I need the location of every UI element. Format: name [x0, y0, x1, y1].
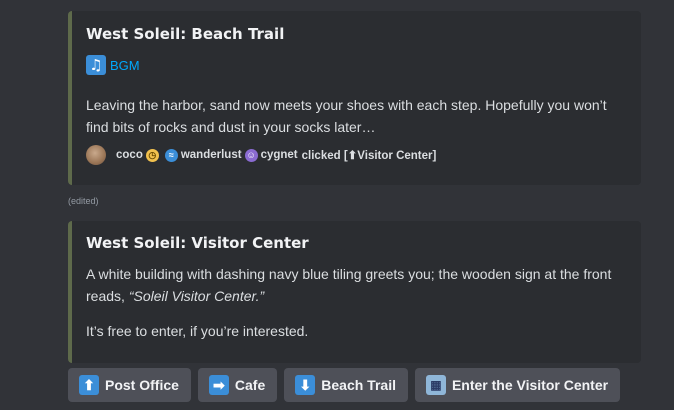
bgm-link[interactable]: ♫ BGM [86, 55, 140, 75]
building-icon: ▦ [425, 375, 446, 395]
clock-emoji-icon: ◷ [145, 148, 159, 162]
embed-title: West Soleil: Visitor Center [86, 234, 309, 252]
clicked-users-line: coco ◷ ≈ wanderlust ☺ cygnet clicked [⬆V… [86, 145, 436, 165]
button-label: Enter the Visitor Center [451, 377, 609, 393]
embed-title: West Soleil: Beach Trail [86, 25, 285, 43]
music-note-icon: ♫ [86, 55, 106, 75]
embed-description: Leaving the harbor, sand now meets your … [86, 97, 607, 135]
button-label: Post Office [105, 377, 179, 393]
wave-emoji-icon: ≈ [164, 148, 178, 162]
embed-beach-trail: West Soleil: Beach Trail ♫ BGM Leaving t… [68, 11, 641, 185]
button-label: Cafe [234, 377, 266, 393]
sign-quote: “Soleil Visitor Center.” [128, 288, 265, 304]
bgm-label[interactable]: BGM [110, 58, 140, 73]
arrow-down-icon: ⬇ [295, 375, 316, 395]
user-coco: coco [116, 149, 143, 161]
avatar [86, 145, 106, 165]
embed-visitor-center: West Soleil: Visitor Center A white buil… [68, 221, 641, 363]
embed-description-2: It’s free to enter, if you’re interested… [86, 323, 309, 339]
beach-trail-button[interactable]: ⬇ Beach Trail [284, 368, 408, 402]
post-office-button[interactable]: ⬆ Post Office [68, 368, 191, 402]
enter-visitor-center-button[interactable]: ▦ Enter the Visitor Center [414, 368, 621, 402]
button-label: Beach Trail [321, 377, 396, 393]
cafe-button[interactable]: ➡ Cafe [197, 368, 278, 402]
action-button-row: ⬆ Post Office ➡ Cafe ⬇ Beach Trail ▦ Ent… [68, 368, 621, 402]
clicked-action-text: clicked [⬆Visitor Center] [301, 150, 437, 162]
edited-label: (edited) [68, 196, 99, 206]
embed-description: A white building with dashing navy blue … [86, 263, 631, 307]
arrow-up-icon: ⬆ [79, 375, 99, 395]
user-wanderlust: wanderlust [180, 149, 242, 161]
user-cygnet: cygnet [260, 149, 298, 161]
masks-emoji-icon: ☺ [244, 148, 258, 162]
arrow-right-icon: ➡ [208, 375, 229, 395]
